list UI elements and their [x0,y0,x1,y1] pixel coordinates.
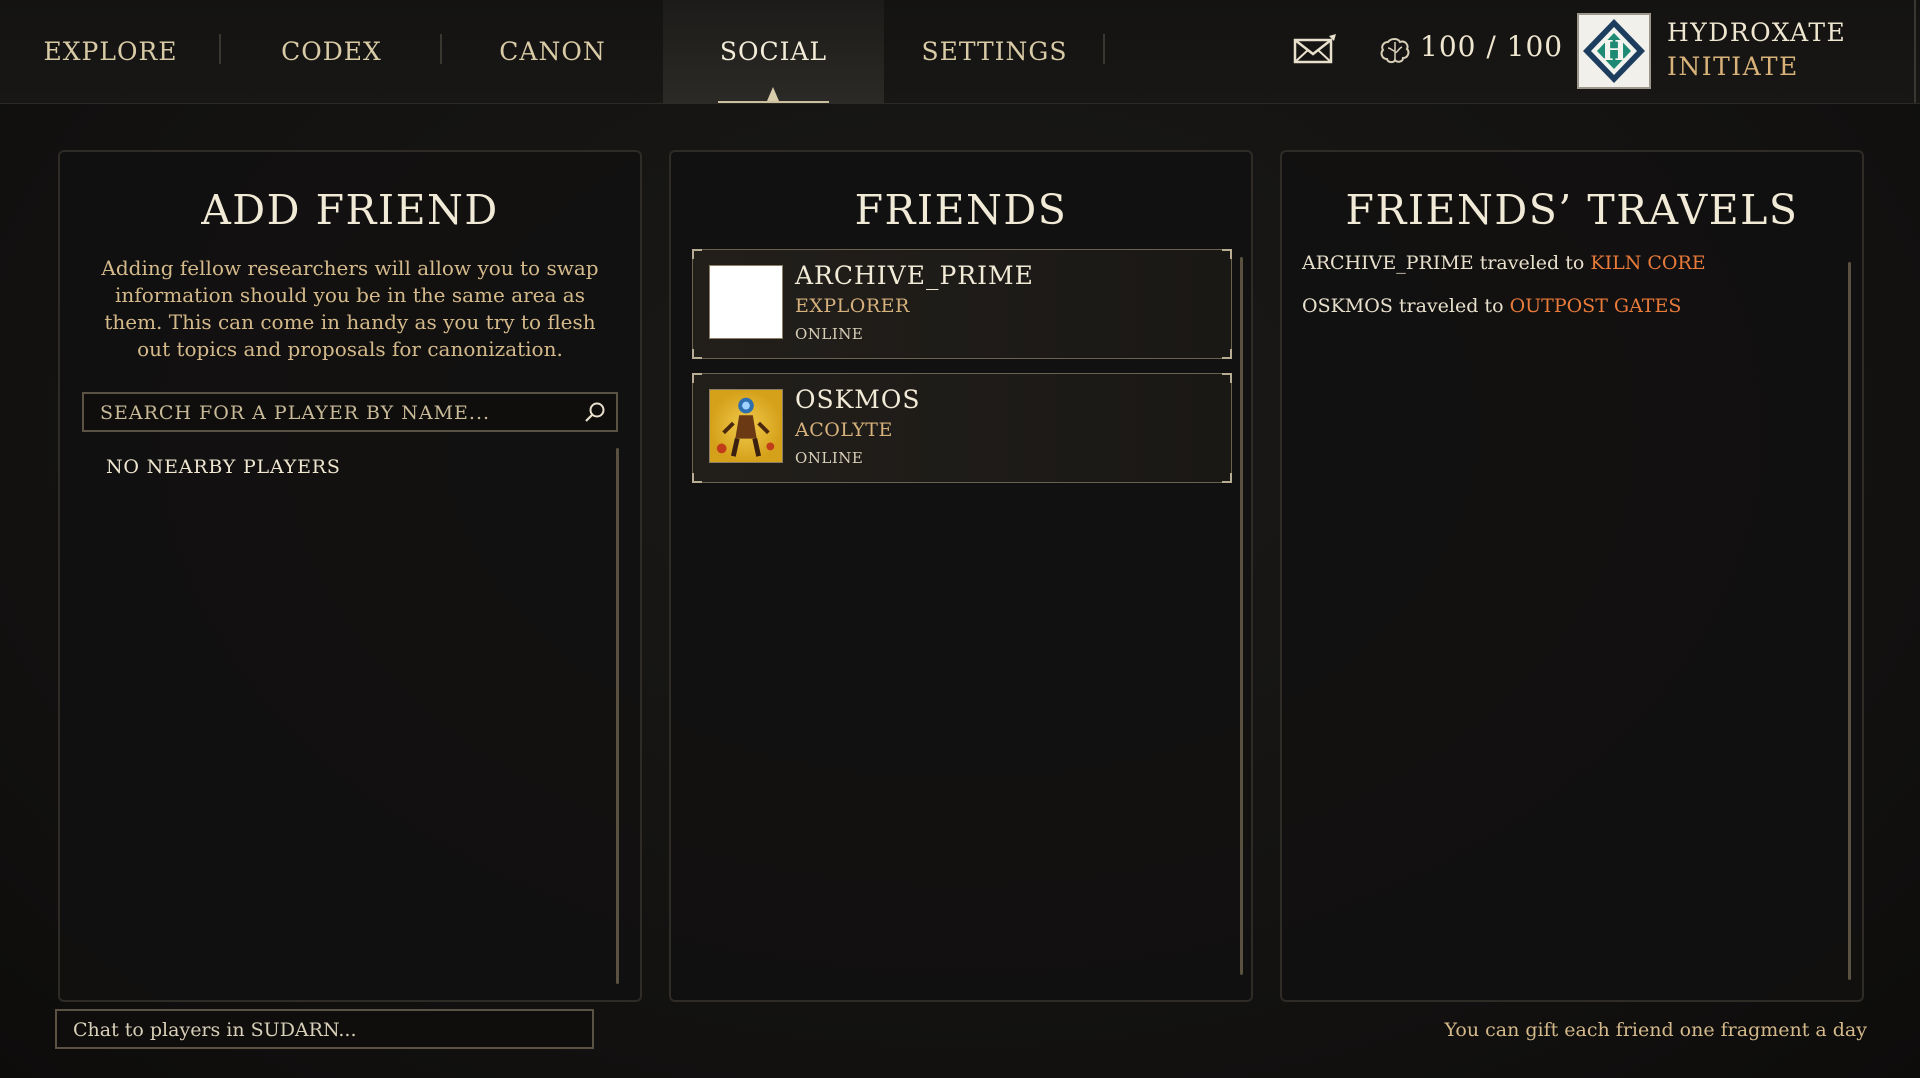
svg-text:H: H [1601,36,1627,67]
rank-faction: HYDROXATE [1667,18,1847,47]
friend-name: OSKMOS [795,385,921,414]
travel-entry: ARCHIVE_PRIME traveled to KILN CORE [1302,252,1706,274]
tab-label: CANON [499,37,606,66]
scrollbar[interactable] [1240,257,1243,975]
search-icon[interactable] [584,401,606,423]
card-corner [1222,373,1232,383]
tab-label: SETTINGS [921,37,1068,66]
active-tab-underline [718,101,829,103]
friends-panel: FRIENDS ARCHIVE_PRIME EXPLORER ONLINE OS… [669,150,1253,1002]
main-nav: EXPLORE CODEX CANON SOCIAL SETTINGS [0,0,1105,103]
friend-status: ONLINE [795,325,864,343]
travel-verb: traveled to [1479,252,1585,274]
travel-entry: OSKMOS traveled to OUTPOST GATES [1302,295,1681,317]
envelope-icon[interactable] [1293,34,1337,66]
add-friend-description: Adding fellow researchers will allow you… [101,256,599,361]
friend-avatar [709,389,783,463]
player-search-input[interactable] [98,394,572,432]
travel-destination[interactable]: KILN CORE [1590,252,1705,274]
card-corner [692,349,702,359]
travel-destination[interactable]: OUTPOST GATES [1510,295,1682,317]
card-corner [692,373,702,383]
divider [1914,0,1916,103]
card-corner [1222,249,1232,259]
tab-explore[interactable]: EXPLORE [0,0,221,103]
active-tab-caret-icon [767,87,779,101]
card-corner [692,473,702,483]
panel-title: FRIENDS [854,186,1068,234]
scrollbar[interactable] [616,448,619,984]
no-nearby-players-text: NO NEARBY PLAYERS [106,456,341,478]
friend-avatar [709,265,783,339]
tab-divider [1103,34,1105,64]
card-corner [692,249,702,259]
friend-card[interactable]: OSKMOS ACOLYTE ONLINE [692,373,1232,483]
travel-player: ARCHIVE_PRIME [1302,252,1474,274]
tab-label: SOCIAL [719,37,828,66]
tab-codex[interactable]: CODEX [221,0,442,103]
add-friend-panel: ADD FRIEND Adding fellow researchers wil… [58,150,642,1002]
player-search-box [82,392,618,432]
friend-card[interactable]: ARCHIVE_PRIME EXPLORER ONLINE [692,249,1232,359]
energy-counter: 100 / 100 [1420,30,1564,63]
chat-input[interactable] [71,1011,575,1049]
top-bar: EXPLORE CODEX CANON SOCIAL SETTINGS 100 … [0,0,1920,104]
panel-title: FRIENDS’ TRAVELS [1345,186,1799,234]
tab-settings[interactable]: SETTINGS [884,0,1105,103]
chat-box [55,1009,594,1049]
scrollbar[interactable] [1848,262,1851,980]
panel-title: ADD FRIEND [201,186,499,234]
travel-player: OSKMOS [1302,295,1393,317]
friend-rank: ACOLYTE [795,419,893,441]
friend-name: ARCHIVE_PRIME [795,261,1034,290]
tab-label: CODEX [281,37,382,66]
brain-icon [1380,38,1410,64]
rank-title: INITIATE [1667,52,1799,81]
friend-status: ONLINE [795,449,864,467]
travel-verb: traveled to [1398,295,1504,317]
friends-travels-panel: FRIENDS’ TRAVELS ARCHIVE_PRIME traveled … [1280,150,1864,1002]
card-corner [1222,473,1232,483]
gift-note: You can gift each friend one fragment a … [1444,1019,1868,1041]
tab-label: EXPLORE [43,37,178,66]
friend-rank: EXPLORER [795,295,910,317]
tab-canon[interactable]: CANON [442,0,663,103]
hydroxate-emblem-icon[interactable]: H [1577,13,1651,89]
card-corner [1222,349,1232,359]
tab-social[interactable]: SOCIAL [663,0,884,103]
